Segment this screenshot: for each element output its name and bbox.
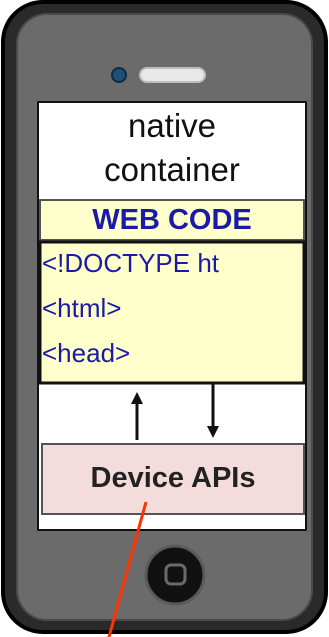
camera-icon xyxy=(111,67,127,83)
native-container-label-line1: native xyxy=(127,107,217,144)
code-line: <head> xyxy=(42,338,131,368)
native-container-label-line2: container xyxy=(104,151,240,188)
device-apis-label: Device APIs xyxy=(90,462,256,494)
web-code-lines: <!DOCTYPE ht <html> <head> xyxy=(42,245,304,380)
code-line: <html> xyxy=(42,293,122,323)
code-line: <!DOCTYPE ht xyxy=(42,248,219,278)
speaker-icon xyxy=(139,67,206,83)
web-code-title: WEB CODE xyxy=(92,204,252,236)
home-button xyxy=(144,544,206,606)
